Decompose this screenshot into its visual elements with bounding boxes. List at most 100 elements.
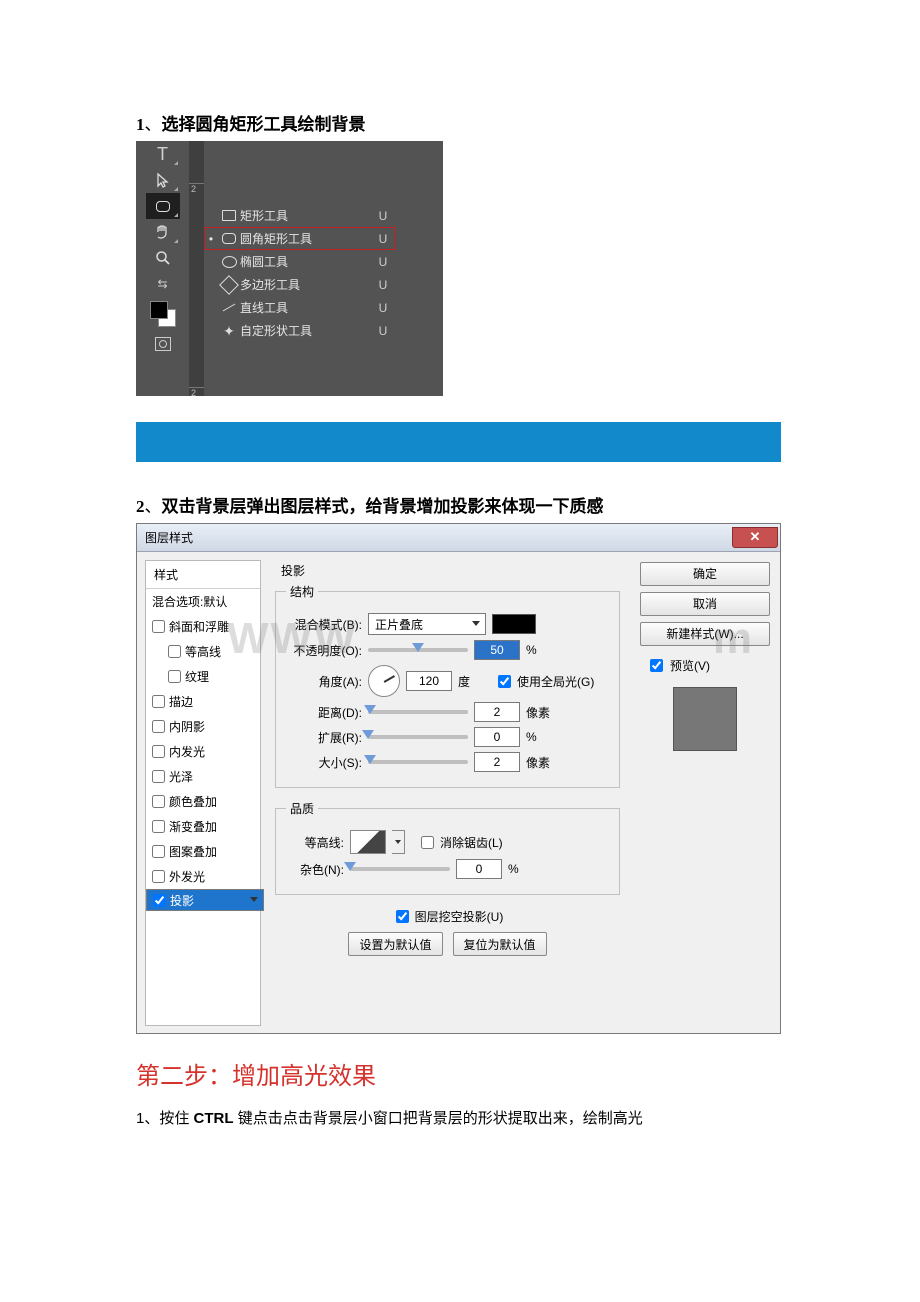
knockout-checkbox[interactable]: 图层挖空投影(U) [392,907,504,926]
opacity-slider[interactable] [368,648,468,652]
style-item-checkbox[interactable] [152,820,165,833]
path-selection-tool-icon[interactable] [146,167,180,193]
style-item-描边[interactable]: 描边 [146,689,260,714]
opacity-input[interactable]: 50 [474,640,520,660]
swap-colors-icon[interactable]: ⇆ [146,271,180,297]
preview-swatch [673,687,737,751]
style-item-label: 斜面和浮雕 [169,618,229,635]
structure-legend: 结构 [286,583,318,600]
flyout-item-poly[interactable]: 多边形工具U [204,273,396,296]
style-item-等高线[interactable]: 等高线 [146,639,260,664]
angle-row: 角度(A): 120 度 使用全局光(G) [286,665,609,697]
style-item-label: 图案叠加 [169,843,217,860]
style-item-颜色叠加[interactable]: 颜色叠加 [146,789,260,814]
noise-slider[interactable] [350,867,450,871]
style-item-checkbox[interactable] [152,845,165,858]
shape-tool-icon[interactable] [146,193,180,219]
style-item-投影[interactable]: 投影 [146,889,264,911]
distance-slider[interactable] [368,710,468,714]
style-item-checkbox[interactable] [152,695,165,708]
angle-label: 角度(A): [286,673,362,690]
flyout-item-rect[interactable]: 矩形工具U [204,204,396,227]
angle-input[interactable]: 120 [406,671,452,691]
use-global-light-checkbox[interactable]: 使用全局光(G) [494,672,594,691]
flyout-item-line[interactable]: 直线工具U [204,296,396,319]
reset-default-button[interactable]: 复位为默认值 [453,932,547,956]
instruction-1-text: 选择圆角矩形工具绘制背景 [162,115,366,134]
dialog-right-panel: 确定 取消 新建样式(W)... 预览(V) [632,552,780,1034]
spread-label: 扩展(R): [286,729,362,746]
style-item-checkbox[interactable] [168,645,181,658]
style-item-checkbox[interactable] [152,620,165,633]
flyout-item-label: 圆角矩形工具 [240,230,370,247]
star-icon: ✦ [218,324,240,338]
blend-options-item[interactable]: 混合选项:默认 [146,589,260,614]
style-item-内阴影[interactable]: 内阴影 [146,714,260,739]
type-tool-icon[interactable]: T [146,141,180,167]
size-slider[interactable] [368,760,468,764]
instruction-1-number: 1 [136,115,145,134]
style-item-内发光[interactable]: 内发光 [146,739,260,764]
foreground-background-swatch[interactable] [146,297,180,331]
style-item-checkbox[interactable] [152,745,165,758]
quickmask-icon[interactable] [146,331,180,357]
flyout-item-star[interactable]: ✦自定形状工具U [204,319,396,342]
style-item-checkbox[interactable] [168,670,181,683]
styles-header[interactable]: 样式 [146,561,260,589]
blend-mode-row: 混合模式(B): 正片叠底 [286,613,609,635]
new-style-button[interactable]: 新建样式(W)... [640,622,770,646]
style-item-渐变叠加[interactable]: 渐变叠加 [146,814,260,839]
noise-input[interactable]: 0 [456,859,502,879]
hand-tool-icon[interactable] [146,219,180,245]
distance-input[interactable]: 2 [474,702,520,722]
style-item-checkbox[interactable] [152,870,165,883]
poly-icon [218,278,240,292]
preview-checkbox[interactable]: 预览(V) [646,656,770,675]
antialias-checkbox[interactable]: 消除锯齿(L) [417,833,503,852]
instruction-3-bold: CTRL [194,1110,234,1127]
step-2-heading: 第二步：增加高光效果 [136,1056,920,1091]
style-item-光泽[interactable]: 光泽 [146,764,260,789]
rrect-icon [218,233,240,244]
opacity-unit: % [526,643,556,657]
spread-slider[interactable] [368,735,468,739]
noise-unit: % [508,862,538,876]
flyout-item-label: 自定形状工具 [240,322,370,339]
size-input[interactable]: 2 [474,752,520,772]
shadow-color-swatch[interactable] [492,614,536,634]
noise-row: 杂色(N): 0 % [286,859,609,879]
blue-result-bar [136,422,781,462]
close-button[interactable]: ✕ [732,527,778,548]
vertical-ruler: 2 2 [189,141,205,396]
flyout-item-shortcut: U [370,255,396,269]
zoom-tool-icon[interactable] [146,245,180,271]
style-item-外发光[interactable]: 外发光 [146,864,260,889]
style-item-checkbox[interactable] [153,894,166,907]
style-item-checkbox[interactable] [152,795,165,808]
angle-dial[interactable] [368,665,400,697]
flyout-item-ell[interactable]: 椭圆工具U [204,250,396,273]
cancel-button[interactable]: 取消 [640,592,770,616]
style-item-checkbox[interactable] [152,770,165,783]
style-item-图案叠加[interactable]: 图案叠加 [146,839,260,864]
blend-mode-select[interactable]: 正片叠底 [368,613,486,635]
style-item-checkbox[interactable] [152,720,165,733]
flyout-item-shortcut: U [370,278,396,292]
flyout-item-rrect[interactable]: •圆角矩形工具U [204,227,396,250]
make-default-button[interactable]: 设置为默认值 [348,932,442,956]
flyout-item-label: 矩形工具 [240,207,370,224]
spread-row: 扩展(R): 0 % [286,727,609,747]
ok-button[interactable]: 确定 [640,562,770,586]
style-item-斜面和浮雕[interactable]: 斜面和浮雕 [146,614,260,639]
style-item-label: 等高线 [185,643,221,660]
styles-list: 样式 混合选项:默认 斜面和浮雕等高线纹理描边内阴影内发光光泽颜色叠加渐变叠加图… [145,560,261,1026]
vertical-toolbar: T ⇆ [136,141,189,396]
contour-picker[interactable] [350,830,386,854]
style-item-label: 渐变叠加 [169,818,217,835]
spread-unit: % [526,730,556,744]
spread-input[interactable]: 0 [474,727,520,747]
style-item-纹理[interactable]: 纹理 [146,664,260,689]
contour-dropdown[interactable] [392,830,405,854]
line-icon [218,307,240,308]
flyout-item-label: 直线工具 [240,299,370,316]
